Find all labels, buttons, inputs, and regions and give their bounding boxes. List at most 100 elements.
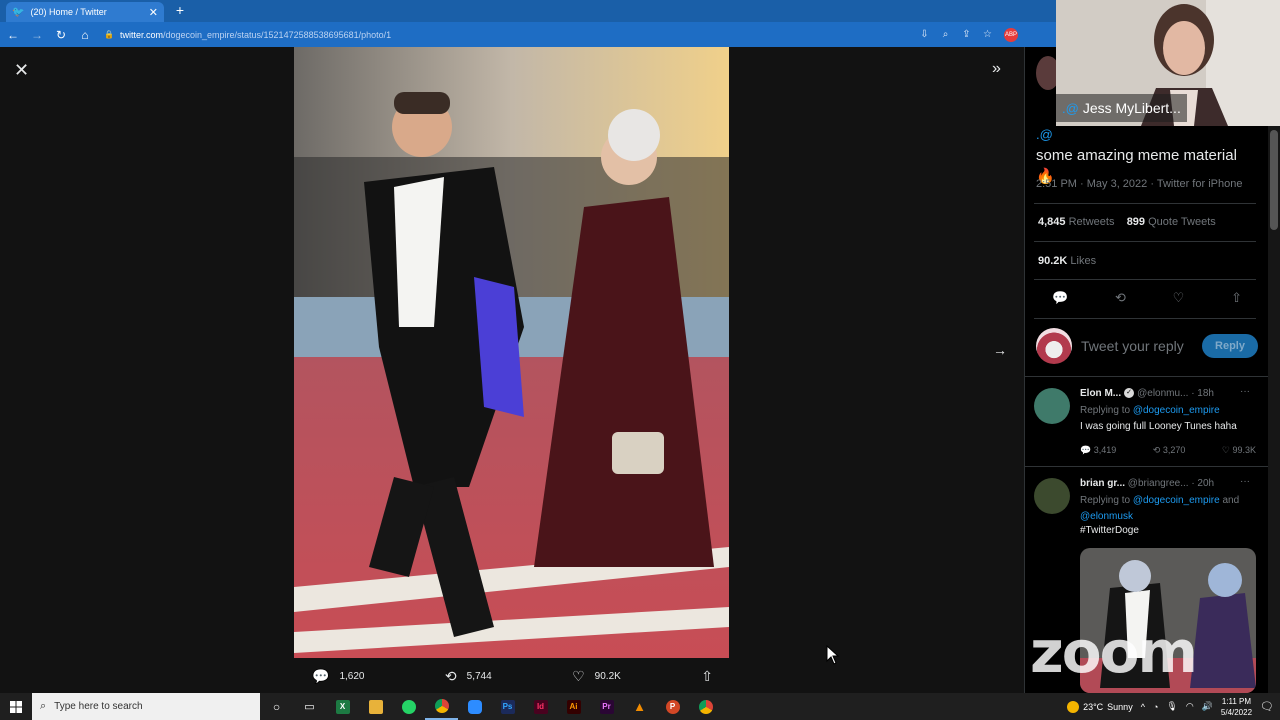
more-options-icon[interactable]: ··· — [1240, 476, 1250, 487]
install-icon[interactable]: ⇩ — [914, 29, 935, 40]
weather-widget[interactable]: 23°C Sunny — [1067, 700, 1133, 713]
expand-icon[interactable]: » — [992, 60, 1001, 78]
url-path: /dogecoin_empire/status/1521472588538695… — [162, 29, 392, 40]
retweet-icon: ⟲ — [444, 667, 457, 684]
vlc-app[interactable]: ▲ — [623, 693, 656, 720]
browser-tab[interactable]: 🐦 (20) Home / Twitter ✕ — [6, 2, 164, 22]
tray-chevron-icon[interactable]: ^ — [1141, 702, 1145, 712]
tweet-stats-likes[interactable]: 90.2K Likes — [1038, 255, 1096, 267]
volume-icon[interactable]: 🔊 — [1202, 701, 1213, 712]
reply-tweet[interactable]: Elon M... ✓ @elonmu... · 18h ··· Replying … — [1034, 386, 1256, 468]
photo-retweet-button[interactable]: ⟲ 5,744 — [445, 668, 492, 685]
whatsapp-app[interactable] — [392, 693, 425, 720]
more-options-icon[interactable]: ··· — [1240, 386, 1250, 397]
microphone-icon[interactable]: 🎙 — [1166, 701, 1177, 712]
retweet-icon[interactable]: ⟲ — [1115, 290, 1126, 306]
reply-icon[interactable]: 💬 — [1052, 290, 1068, 306]
replying-to-handle-2[interactable]: @elonmusk — [1080, 511, 1133, 522]
back-icon[interactable]: ← — [2, 28, 24, 42]
share-page-icon[interactable]: ⇪ — [956, 29, 977, 40]
notification-icon[interactable]: 🗨 — [1260, 700, 1274, 713]
photo-reply-count: 1,620 — [339, 670, 365, 682]
divider — [1024, 376, 1268, 377]
like-icon[interactable]: ♡ — [1173, 290, 1185, 306]
extension-icon[interactable]: ABP — [1004, 27, 1018, 42]
weather-temperature: 23°C — [1083, 701, 1104, 712]
reply-author-name[interactable]: Elon M... — [1080, 388, 1121, 399]
chrome-app-2[interactable] — [689, 693, 722, 720]
replying-to-handle[interactable]: @dogecoin_empire — [1133, 405, 1220, 416]
photo-share-button[interactable]: ⇧ — [701, 668, 713, 685]
powerpoint-app[interactable]: P — [656, 693, 689, 720]
reply-like-button[interactable]: ♡ 99.3K — [1222, 445, 1256, 456]
zoom-app[interactable] — [458, 693, 491, 720]
next-arrow-icon[interactable]: → — [993, 342, 1007, 358]
tab-close-icon[interactable]: ✕ — [149, 6, 158, 19]
home-icon[interactable]: ⌂ — [74, 28, 96, 42]
taskbar-search-box[interactable]: ⌕ Type here to search — [32, 693, 260, 720]
reply-author-handle[interactable]: @elonmu... — [1137, 388, 1188, 399]
replying-to-handle[interactable]: @dogecoin_empire — [1133, 495, 1220, 506]
zoom-name-text: Jess MyLibert... — [1082, 100, 1181, 116]
weather-condition: Sunny — [1107, 701, 1133, 712]
twitter-bird-icon: 🐦 — [12, 6, 25, 18]
system-tray: 23°C Sunny ^ ◔ 🎙 ◠ 🔊 1:11 PM 5/4/2022 🗨 — [1067, 693, 1280, 720]
photoshop-app[interactable]: Ps — [491, 693, 524, 720]
close-icon[interactable]: ✕ — [14, 60, 29, 81]
retweets-label: Retweets — [1068, 216, 1115, 228]
clock-date: 5/4/2022 — [1220, 707, 1253, 717]
zoom-watermark: zoom — [1030, 618, 1198, 686]
reply-avatar[interactable] — [1034, 478, 1070, 514]
reply-retweet-button[interactable]: ⟲ 3,270 — [1153, 445, 1186, 456]
network-icon[interactable]: ◔ — [1153, 702, 1158, 712]
chrome-app[interactable] — [425, 693, 458, 720]
wifi-icon[interactable]: ◠ — [1186, 701, 1194, 712]
share-icon[interactable]: ⇧ — [1231, 290, 1242, 306]
reply-author-handle[interactable]: @briangree... — [1128, 478, 1189, 489]
reply-header: brian gr... @briangree... · 20h — [1080, 478, 1256, 489]
url-field[interactable]: 🔒 twitter.com/dogecoin_empire/status/152… — [104, 25, 914, 44]
windows-start-button[interactable] — [0, 693, 32, 720]
reply-author-name[interactable]: brian gr... — [1080, 478, 1125, 489]
excel-app[interactable]: X — [326, 693, 359, 720]
reply-button[interactable]: Reply — [1202, 334, 1258, 358]
photo-reply-button[interactable]: 💬 1,620 — [312, 668, 364, 685]
file-explorer-app[interactable] — [359, 693, 392, 720]
my-avatar[interactable] — [1036, 328, 1072, 364]
reply-icon: 💬 — [312, 667, 330, 684]
reply-avatar[interactable] — [1034, 388, 1070, 424]
reply-hashtag[interactable]: #TwitterDoge — [1080, 525, 1256, 536]
verified-badge-icon: ✓ — [1124, 388, 1135, 399]
replying-prefix: Replying to — [1080, 495, 1131, 506]
indesign-app[interactable]: Id — [524, 693, 557, 720]
cortana-button[interactable]: ○ — [260, 693, 293, 720]
bookmark-star-icon[interactable]: ☆ — [977, 29, 998, 40]
task-view-icon: ▭ — [304, 701, 315, 713]
tweet-stats-retweets[interactable]: 4,845 Retweets 899 Quote Tweets — [1038, 216, 1216, 228]
task-view-button[interactable]: ▭ — [293, 693, 326, 720]
taskbar-clock[interactable]: 1:11 PM 5/4/2022 — [1221, 696, 1252, 718]
reload-icon[interactable]: ↻ — [50, 28, 72, 42]
tweet-mention-fragment[interactable]: .@ — [1036, 127, 1053, 142]
tweet-timestamp[interactable]: 2:51 PM · May 3, 2022 · Twitter for iPho… — [1036, 178, 1242, 190]
reply-time[interactable]: · 18h — [1191, 388, 1214, 399]
zoom-magnifier-icon[interactable]: ⌕ — [935, 29, 956, 40]
reply-time[interactable]: · 20h — [1191, 478, 1214, 489]
new-tab-button[interactable]: + — [172, 2, 188, 18]
tweet-photo — [294, 47, 729, 658]
zoom-name-prefix: .@ — [1062, 100, 1079, 116]
url-host: twitter.com — [119, 29, 163, 40]
reply-tweet[interactable]: brian gr... @briangree... · 20h ··· Repl… — [1034, 476, 1256, 548]
scrollbar-thumb[interactable] — [1270, 130, 1278, 230]
illustrator-app[interactable]: Ai — [557, 693, 590, 720]
photo-action-bar: 💬 1,620 ⟲ 5,744 ♡ 90.2K ⇧ — [294, 664, 729, 688]
mouse-cursor-icon — [826, 645, 840, 665]
tweet-action-bar: 💬 ⟲ ♡ ⇧ — [1052, 290, 1242, 306]
reply-input[interactable]: Tweet your reply — [1081, 338, 1202, 354]
premiere-app[interactable]: Pr — [590, 693, 623, 720]
replying-to: Replying to @dogecoin_empire — [1080, 403, 1256, 419]
forward-icon[interactable]: → — [26, 28, 48, 42]
address-toolbar: ← → ↻ ⌂ 🔒 twitter.com/dogecoin_empire/st… — [0, 22, 1056, 47]
photo-like-button[interactable]: ♡ 90.2K — [572, 668, 621, 685]
reply-reply-button[interactable]: 💬 3,419 — [1080, 445, 1116, 456]
